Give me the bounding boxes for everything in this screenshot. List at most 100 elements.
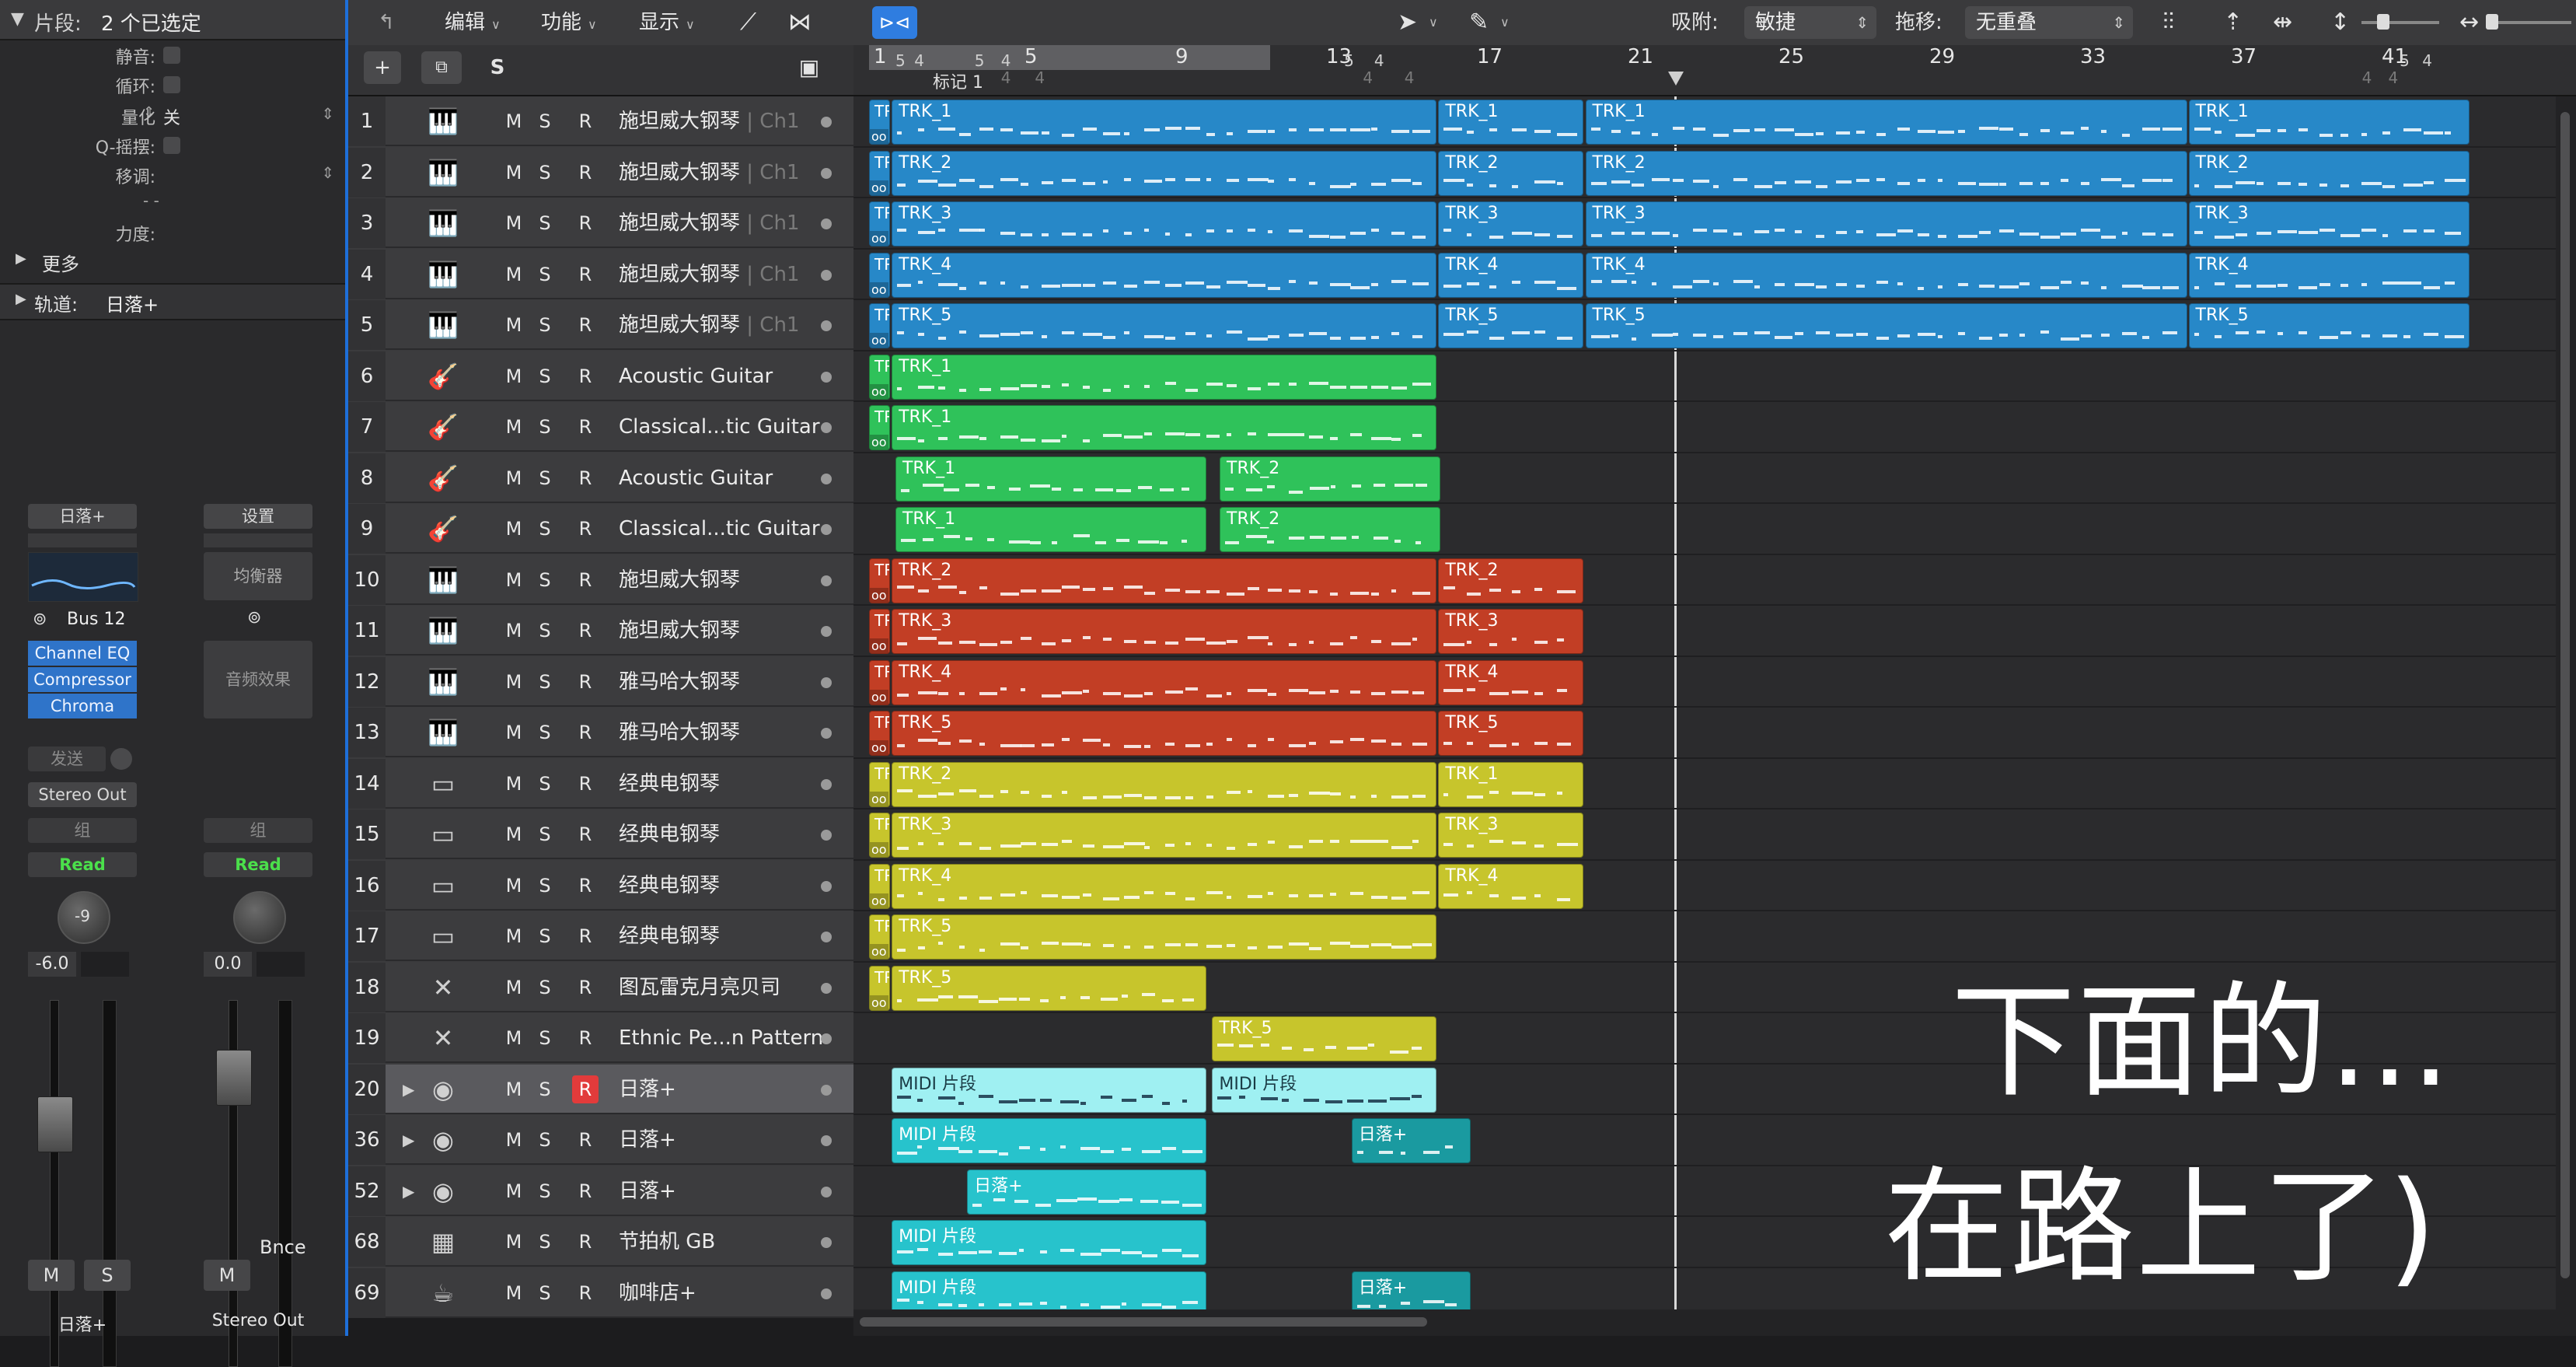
- record-enable-button[interactable]: R: [572, 872, 599, 900]
- solo-button[interactable]: S: [532, 922, 558, 950]
- record-enable-button[interactable]: R: [572, 362, 599, 390]
- region-inspector-header[interactable]: ▼ 片段: 2 个已选定: [0, 0, 345, 40]
- solo-button[interactable]: S: [532, 770, 558, 798]
- region-tempo-tag[interactable]: TR oo: [869, 100, 891, 145]
- volume-value[interactable]: 0.0: [204, 952, 252, 977]
- track-name[interactable]: Ethnic Pe...n Pattern: [619, 1013, 823, 1063]
- midi-region[interactable]: TRK_2: [892, 761, 1437, 807]
- pointer-tool-icon[interactable]: ➤: [1398, 8, 1417, 37]
- midi-region[interactable]: TRK_1: [2188, 100, 2470, 145]
- solo-button[interactable]: S: [532, 1075, 558, 1103]
- scroll-thumb[interactable]: [2560, 112, 2570, 1278]
- midi-region[interactable]: TRK_2: [1220, 507, 1441, 552]
- link-icon[interactable]: ⊚: [33, 610, 47, 629]
- plugin-compressor[interactable]: Compressor: [28, 667, 137, 692]
- mute-button[interactable]: M: [501, 668, 527, 696]
- track-header[interactable]: 8 🎸 M S R Acoustic Guitar: [348, 453, 853, 503]
- midi-region[interactable]: TRK_5: [892, 965, 1207, 1011]
- track-name[interactable]: 雅马哈大钢琴: [619, 657, 740, 707]
- midi-region[interactable]: TRK_5: [892, 914, 1437, 960]
- eq-display[interactable]: [28, 552, 138, 602]
- track-on-off-icon[interactable]: [821, 320, 832, 331]
- mute-button[interactable]: M: [501, 617, 527, 645]
- track-header[interactable]: 7 🎸 M S R Classical...tic Guitar: [348, 402, 853, 452]
- solo-button[interactable]: S: [532, 464, 558, 492]
- group-slot[interactable]: 组: [28, 818, 137, 843]
- track-header[interactable]: 3 🎹 M S R 施坦威大钢琴 | Ch1: [348, 198, 853, 248]
- track-on-off-icon[interactable]: [821, 626, 832, 637]
- region-tempo-tag[interactable]: TR oo: [869, 303, 891, 348]
- solo-button[interactable]: S: [532, 566, 558, 594]
- track-name[interactable]: 施坦威大钢琴 | Ch1: [619, 250, 799, 299]
- mute-button[interactable]: M: [501, 1024, 527, 1052]
- midi-region[interactable]: TRK_3: [892, 201, 1437, 246]
- track-name[interactable]: Acoustic Guitar: [619, 453, 773, 503]
- audio-fx-slot[interactable]: 音频效果: [204, 641, 312, 718]
- input-slot[interactable]: ⊚ Bus 12: [28, 608, 137, 633]
- region-tempo-tag[interactable]: TR oo: [869, 354, 891, 400]
- midi-region[interactable]: TRK_3: [1585, 201, 2187, 246]
- midi-region[interactable]: TRK_1: [1438, 761, 1584, 807]
- midi-region[interactable]: TRK_2: [1220, 456, 1441, 502]
- track-header[interactable]: 6 🎸 M S R Acoustic Guitar: [348, 351, 853, 401]
- mute-button[interactable]: M: [501, 922, 527, 950]
- track-header[interactable]: 4 🎹 M S R 施坦威大钢琴 | Ch1: [348, 249, 853, 299]
- midi-region[interactable]: TRK_1: [895, 456, 1207, 502]
- midi-region[interactable]: TRK_3: [1438, 813, 1584, 858]
- midi-region[interactable]: TRK_2: [1438, 150, 1584, 196]
- chevron-down-icon[interactable]: ∨: [1500, 8, 1510, 37]
- back-arrow-icon[interactable]: ↰: [378, 8, 395, 37]
- midi-region[interactable]: 日落+: [1351, 1271, 1471, 1309]
- track-on-off-icon[interactable]: [821, 269, 832, 281]
- track-header[interactable]: 18 ✕ M S R 图瓦雷克月亮贝司: [348, 962, 853, 1012]
- track-on-off-icon[interactable]: [821, 473, 832, 484]
- midi-region[interactable]: 日落+: [1351, 1118, 1471, 1163]
- track-header[interactable]: 10 🎹 M S R 施坦威大钢琴: [348, 554, 853, 605]
- region-tempo-tag[interactable]: TR oo: [869, 659, 891, 705]
- track-name[interactable]: 施坦威大钢琴 | Ch1: [619, 198, 799, 248]
- scroll-thumb[interactable]: [860, 1317, 1427, 1327]
- track-name[interactable]: 咖啡店+: [619, 1268, 696, 1318]
- record-enable-button[interactable]: R: [572, 311, 599, 339]
- cycle-region[interactable]: [869, 45, 1270, 70]
- disclosure-triangle-icon[interactable]: ▶: [16, 291, 26, 307]
- solo-button[interactable]: S: [532, 209, 558, 237]
- midi-region[interactable]: TRK_4: [1438, 659, 1584, 705]
- region-tempo-tag[interactable]: TR oo: [869, 761, 891, 807]
- view-menu[interactable]: 显示 ∨: [639, 8, 695, 37]
- record-enable-button[interactable]: R: [572, 209, 599, 237]
- mute-button[interactable]: M: [501, 770, 527, 798]
- solo-button[interactable]: S: [532, 362, 558, 390]
- disclosure-triangle-icon[interactable]: ▶: [403, 1182, 414, 1201]
- midi-region[interactable]: TRK_5: [892, 303, 1437, 348]
- stepper-icon[interactable]: ⇕: [321, 163, 334, 182]
- sends-slot[interactable]: 发送: [28, 746, 106, 771]
- track-name[interactable]: 施坦威大钢琴: [619, 606, 740, 656]
- volume-fader-handle[interactable]: [37, 1096, 73, 1152]
- record-enable-button[interactable]: R: [572, 260, 599, 288]
- track-header[interactable]: 17 ▭ M S R 经典电钢琴: [348, 911, 853, 961]
- track-on-off-icon[interactable]: [821, 1288, 832, 1299]
- track-header[interactable]: 19 ✕ M S R Ethnic Pe...n Pattern: [348, 1013, 853, 1063]
- mute-button[interactable]: M: [501, 413, 527, 441]
- midi-region[interactable]: TRK_2: [1585, 150, 2187, 196]
- record-enable-button[interactable]: R: [572, 159, 599, 187]
- track-on-off-icon[interactable]: [821, 1237, 832, 1248]
- track-on-off-icon[interactable]: [821, 830, 832, 841]
- mute-button[interactable]: M: [28, 1260, 75, 1291]
- track-on-off-icon[interactable]: [821, 1033, 832, 1044]
- transpose-value[interactable]: - -: [143, 191, 159, 210]
- midi-region[interactable]: TRK_2: [1438, 558, 1584, 603]
- track-name[interactable]: 经典电钢琴: [619, 759, 720, 809]
- solo-button[interactable]: S: [532, 413, 558, 441]
- automation-mode-button[interactable]: Read: [204, 852, 312, 877]
- record-enable-button[interactable]: R: [572, 107, 599, 135]
- midi-region[interactable]: MIDI 片段: [1212, 1067, 1437, 1113]
- pencil-tool-icon[interactable]: ✎: [1469, 8, 1489, 37]
- plugin-chroma[interactable]: Chroma: [28, 694, 137, 718]
- solo-button[interactable]: S: [532, 1024, 558, 1052]
- midi-region[interactable]: TRK_3: [892, 609, 1437, 654]
- midi-region[interactable]: TRK_1: [1438, 100, 1584, 145]
- solo-button[interactable]: S: [532, 107, 558, 135]
- qswing-checkbox[interactable]: [163, 137, 180, 154]
